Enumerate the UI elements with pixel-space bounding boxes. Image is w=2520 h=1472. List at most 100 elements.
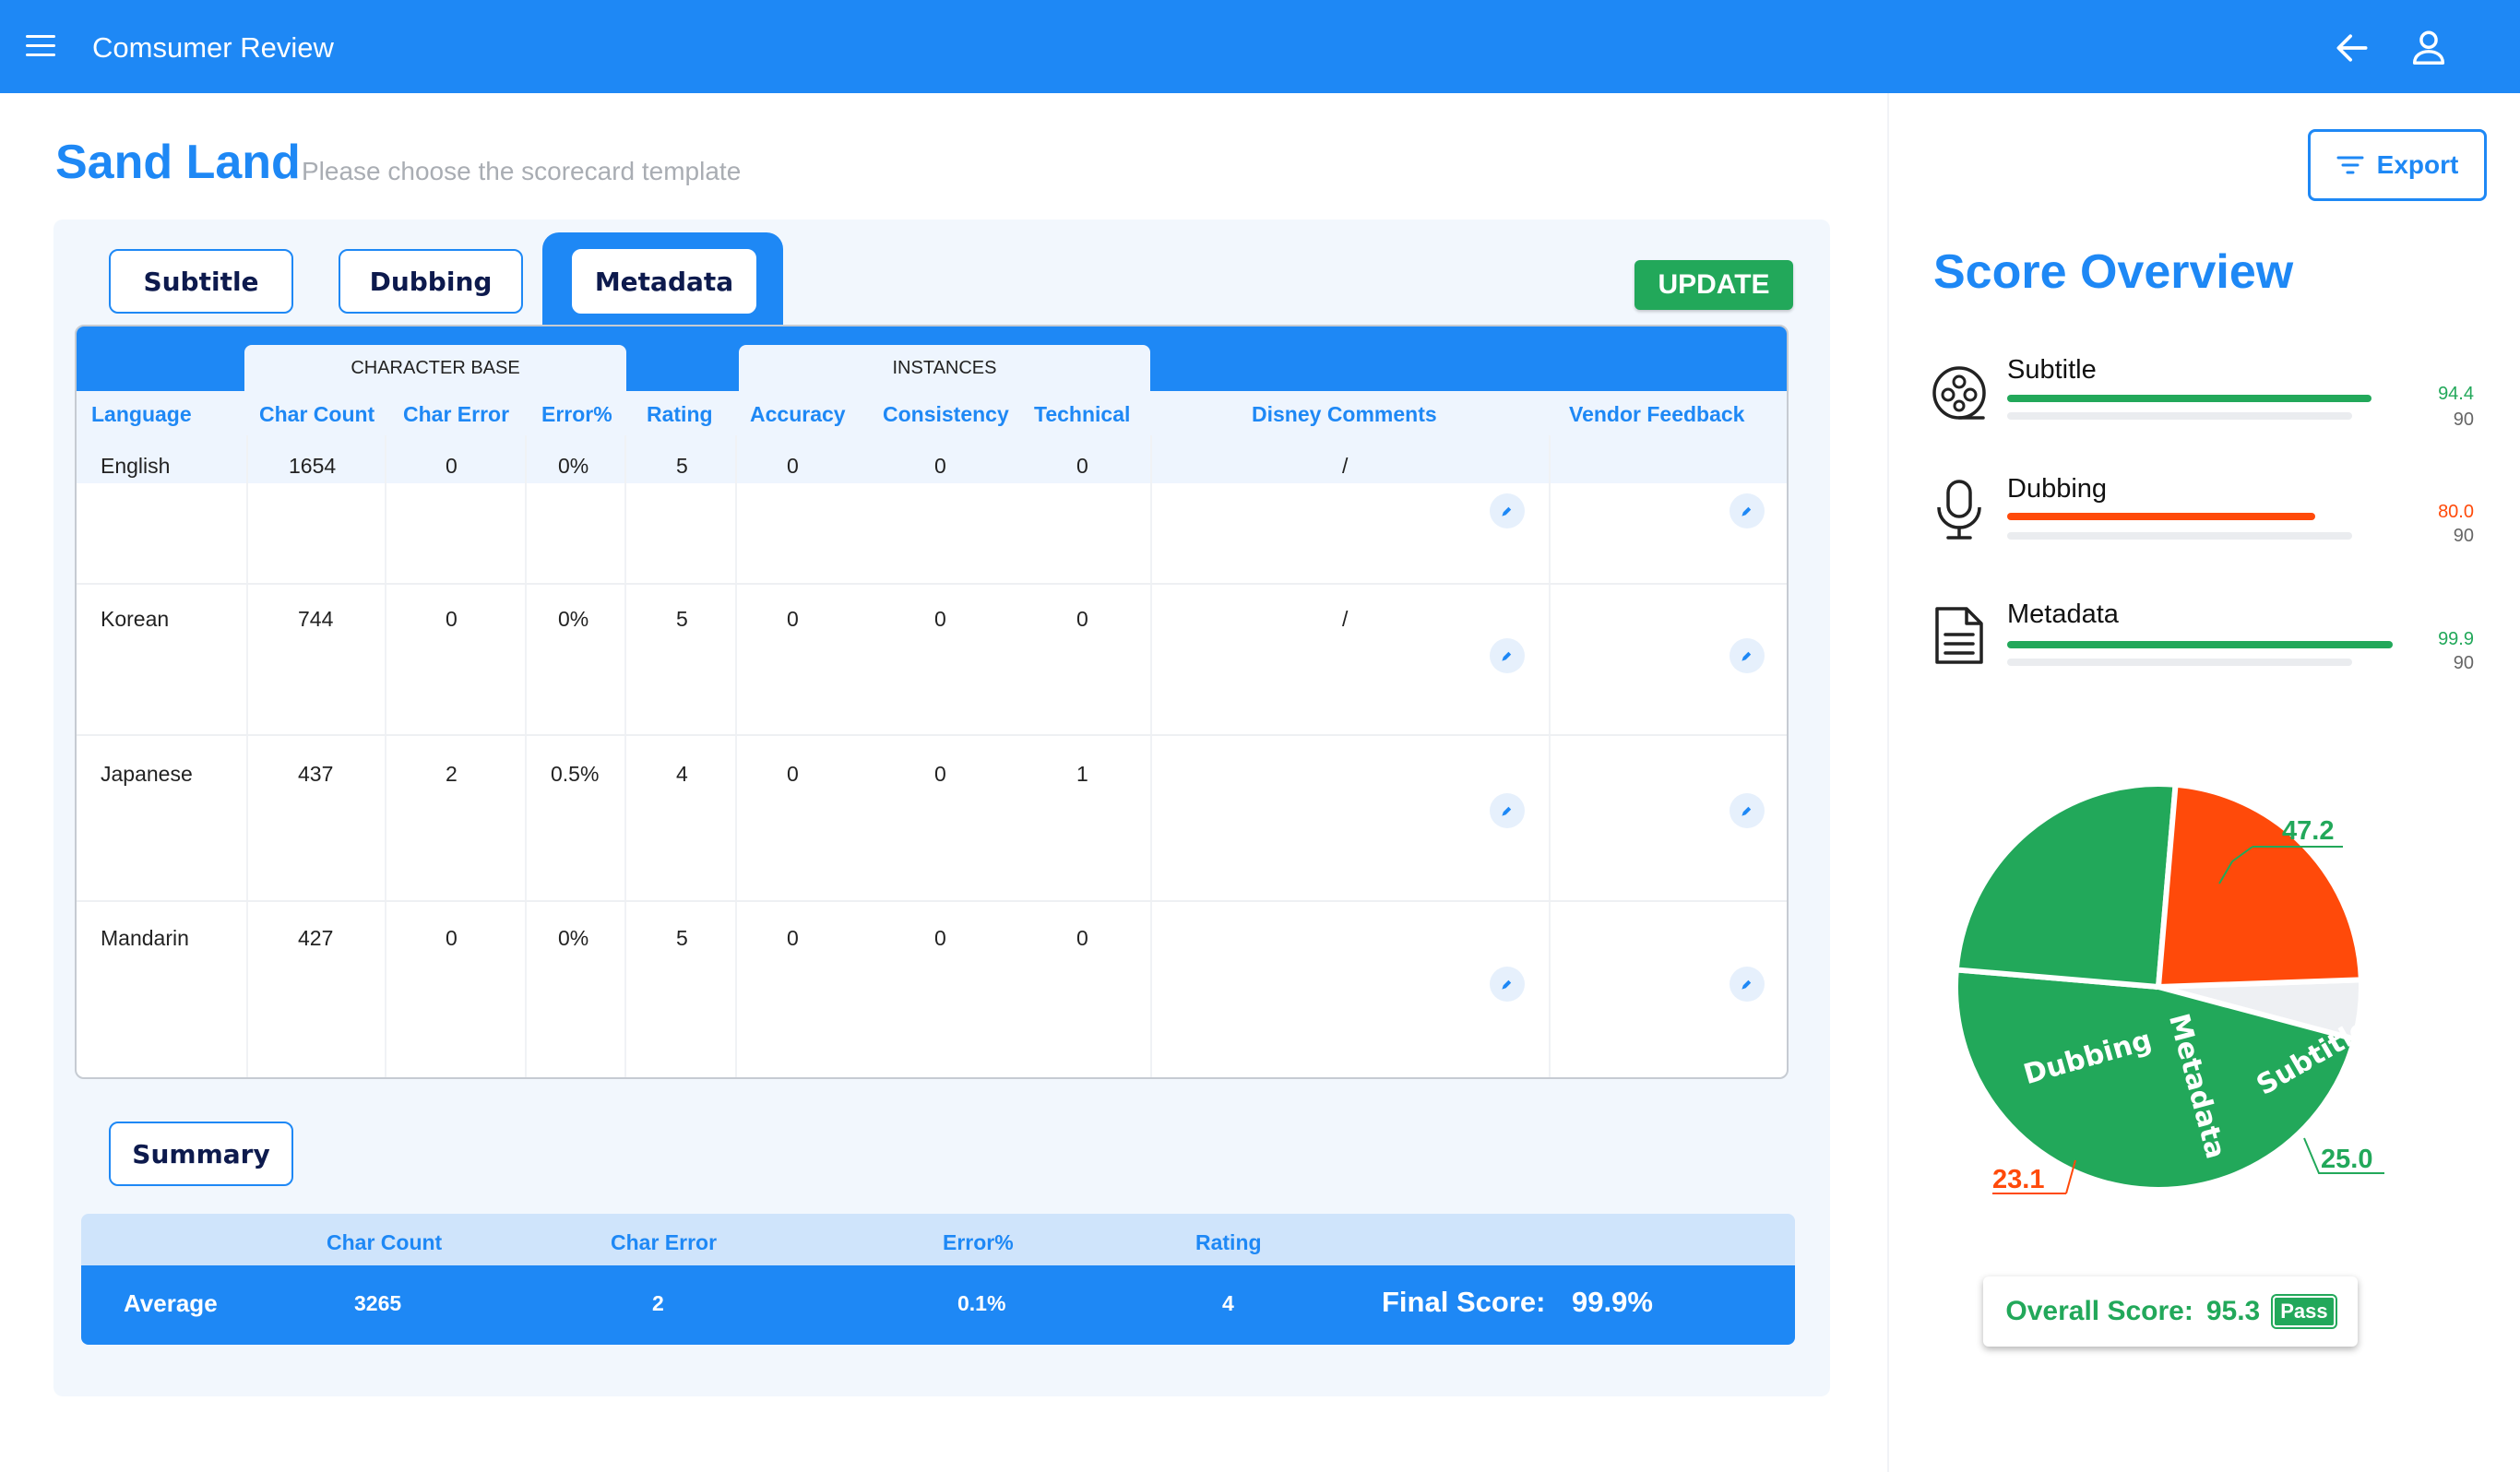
- cell-accuracy: 0: [787, 926, 799, 950]
- cell-language: Japanese: [101, 762, 193, 786]
- score-value-dubbing: 80.0: [2438, 502, 2474, 522]
- score-target-metadata: 90: [2453, 653, 2474, 673]
- tab-dubbing[interactable]: Dubbing: [339, 249, 523, 314]
- cell-char-error: 0: [446, 607, 458, 631]
- cell-consistency: 0: [934, 454, 946, 478]
- cell-error-pct: 0%: [558, 607, 589, 631]
- cell-language: English: [101, 454, 171, 478]
- cell-rating: 5: [676, 607, 688, 631]
- overall-score-label: Overall Score:: [2005, 1296, 2193, 1326]
- overall-score-value: 95.3: [2205, 1296, 2261, 1326]
- summary-rating: 4: [1222, 1291, 1234, 1315]
- score-target-dubbing: 90: [2453, 526, 2474, 546]
- column-divider: [246, 435, 248, 1077]
- edit-feedback-icon[interactable]: [1730, 967, 1765, 1002]
- cell-technical: 0: [1076, 926, 1088, 950]
- col-char-count: Char Count: [259, 402, 375, 426]
- col-technical: Technical: [1034, 402, 1131, 426]
- export-button[interactable]: Export: [2308, 129, 2487, 201]
- summary-col-char-count: Char Count: [327, 1230, 443, 1254]
- document-icon: [1935, 607, 1983, 664]
- pie-slice-dubbing: [2155, 782, 2364, 991]
- score-target-subtitle: 90: [2453, 410, 2474, 430]
- final-score-label: Final Score:: [1382, 1286, 1546, 1318]
- cell-technical: 0: [1076, 454, 1088, 478]
- app-title: Comsumer Review: [92, 31, 334, 64]
- scorecard-table: CHARACTER BASE INSTANCES Language Char C…: [75, 325, 1789, 1079]
- score-bar-dubbing: [2007, 513, 2316, 520]
- score-bar-metadata: [2007, 641, 2393, 648]
- group-character-base: CHARACTER BASE: [244, 345, 626, 391]
- top-app-bar: Comsumer Review: [0, 0, 2520, 93]
- page-title: Sand Land: [55, 136, 301, 189]
- col-char-error: Char Error: [403, 402, 510, 426]
- cell-char-count: 427: [298, 926, 334, 950]
- edit-feedback-icon[interactable]: [1730, 793, 1765, 828]
- score-bar-track: [2007, 412, 2352, 420]
- column-divider: [1150, 435, 1152, 1077]
- summary-error-pct: 0.1%: [957, 1291, 1006, 1315]
- summary-col-char-error: Char Error: [611, 1230, 718, 1254]
- pass-badge: Pass: [2273, 1296, 2336, 1327]
- summary-col-error-pct: Error%: [943, 1230, 1014, 1254]
- score-bar-subtitle: [2007, 395, 2371, 402]
- cell-rating: 5: [676, 454, 688, 478]
- edit-comment-icon[interactable]: [1490, 967, 1525, 1002]
- menu-icon[interactable]: [26, 35, 55, 59]
- back-arrow-icon[interactable]: [2332, 28, 2372, 68]
- cell-technical: 0: [1076, 607, 1088, 631]
- overall-score-card: Overall Score: 95.3 Pass: [1983, 1276, 2358, 1347]
- page-subtitle: Please choose the scorecard template: [302, 157, 742, 185]
- cell-char-error: 0: [446, 926, 458, 950]
- score-overview-title: Score Overview: [1933, 245, 2294, 299]
- cell-consistency: 0: [934, 762, 946, 786]
- summary-button[interactable]: Summary: [109, 1122, 293, 1186]
- row-divider: [77, 734, 1787, 736]
- cell-language: Mandarin: [101, 926, 189, 950]
- update-button[interactable]: UPDATE: [1634, 260, 1793, 310]
- pie-value-dubbing: 23.1: [1992, 1165, 2044, 1194]
- tab-subtitle[interactable]: Subtitle: [109, 249, 293, 314]
- edit-comment-icon[interactable]: [1490, 638, 1525, 673]
- cell-disney-comments: /: [1342, 454, 1349, 478]
- tab-metadata[interactable]: Metadata: [572, 249, 756, 314]
- row-divider: [77, 583, 1787, 585]
- cell-accuracy: 0: [787, 607, 799, 631]
- score-label-subtitle: Subtitle: [2007, 355, 2097, 385]
- cell-disney-comments: /: [1342, 607, 1349, 631]
- final-score-value: 99.9%: [1572, 1286, 1653, 1318]
- summary-col-rating: Rating: [1195, 1230, 1262, 1254]
- cell-accuracy: 0: [787, 762, 799, 786]
- score-label-metadata: Metadata: [2007, 599, 2119, 629]
- summary-average-label: Average: [124, 1289, 218, 1317]
- cell-rating: 4: [676, 762, 688, 786]
- column-divider: [735, 435, 737, 1077]
- score-pie-chart: Subtitle Dubbing Metadata 47.2 25.0 23.1: [1955, 782, 2384, 1194]
- column-divider: [1549, 435, 1551, 1077]
- pie-slice-metadata: [1955, 782, 2179, 991]
- export-label: Export: [2376, 150, 2459, 179]
- edit-feedback-icon[interactable]: [1730, 493, 1765, 528]
- cell-char-count: 437: [298, 762, 334, 786]
- cell-char-error: 2: [446, 762, 458, 786]
- cell-technical: 1: [1076, 762, 1088, 786]
- col-rating: Rating: [647, 402, 713, 426]
- cell-char-count: 744: [298, 607, 334, 631]
- summary-char-count: 3265: [354, 1291, 402, 1315]
- row-divider: [77, 900, 1787, 902]
- cell-accuracy: 0: [787, 454, 799, 478]
- col-disney-comments: Disney Comments: [1252, 402, 1437, 426]
- score-bar-track: [2007, 659, 2352, 666]
- edit-comment-icon[interactable]: [1490, 793, 1525, 828]
- col-vendor-feedback: Vendor Feedback: [1569, 402, 1745, 426]
- edit-feedback-icon[interactable]: [1730, 638, 1765, 673]
- score-bar-track: [2007, 532, 2352, 540]
- edit-comment-icon[interactable]: [1490, 493, 1525, 528]
- cell-error-pct: 0%: [558, 454, 589, 478]
- column-divider: [385, 435, 386, 1077]
- score-value-subtitle: 94.4: [2438, 384, 2474, 404]
- cell-consistency: 0: [934, 926, 946, 950]
- user-icon[interactable]: [2407, 26, 2450, 68]
- cell-rating: 5: [676, 926, 688, 950]
- pie-value-subtitle: 47.2: [2282, 816, 2334, 846]
